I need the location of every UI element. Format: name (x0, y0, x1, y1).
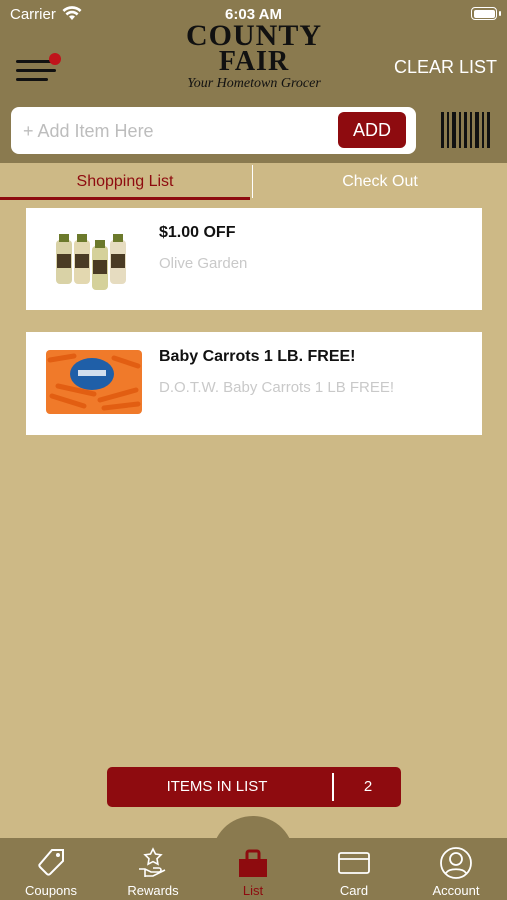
items-in-list-button[interactable]: ITEMS IN LIST 2 (107, 767, 401, 807)
hamburger-menu-icon (16, 60, 52, 63)
county-fair-logo: COUNTY FAIR Your Hometown Grocer (170, 21, 338, 98)
card-icon (338, 852, 370, 874)
menu-line (16, 78, 48, 81)
add-item-bar: ADD (11, 107, 416, 154)
tab-label: Coupons (24, 883, 78, 898)
items-count: 2 (363, 778, 373, 795)
menu-line (16, 69, 56, 72)
list-item[interactable]: Baby Carrots 1 LB. FREE! D.O.T.W. Baby C… (22, 332, 482, 435)
tab-coupons[interactable]: Coupons (6, 838, 96, 900)
tab-shopping-list[interactable]: Shopping List (0, 163, 250, 200)
battery-icon (471, 7, 501, 20)
clear-list-button[interactable]: CLEAR LIST (394, 57, 497, 78)
tab-account[interactable]: Account (411, 838, 501, 900)
tab-label: List (242, 883, 264, 898)
item-title: $1.00 OFF (159, 224, 236, 241)
basket-icon (239, 849, 267, 877)
user-circle-icon (440, 847, 472, 879)
hand-star-icon (139, 847, 166, 877)
app-header: Carrier 6:03 AM COUNTY FAIR Your Hometow… (0, 0, 507, 163)
tab-list[interactable]: List (208, 838, 298, 900)
logo-line-fair: FAIR (218, 46, 290, 77)
add-button[interactable]: ADD (338, 112, 406, 148)
item-description: Olive Garden (159, 255, 248, 272)
tab-label: Account (432, 883, 480, 898)
logo-tagline: Your Hometown Grocer (187, 76, 321, 91)
tab-label: Rewards (127, 883, 179, 898)
list-item[interactable]: $1.00 OFF Olive Garden (22, 208, 482, 310)
perforated-edge (22, 332, 30, 435)
notification-dot (49, 53, 61, 65)
list-tabs: Shopping List Check Out (0, 163, 507, 200)
barcode-scanner-icon[interactable] (440, 110, 492, 150)
items-in-list-label: ITEMS IN LIST (166, 778, 268, 795)
tab-rewards[interactable]: Rewards (108, 838, 198, 900)
tab-card[interactable]: Card (309, 838, 399, 900)
product-image-olive-garden (44, 222, 144, 294)
perforated-edge (22, 208, 30, 310)
menu-button[interactable] (16, 53, 61, 86)
tab-check-out[interactable]: Check Out (253, 163, 507, 200)
tag-icon (38, 849, 64, 876)
add-item-input[interactable] (23, 119, 333, 143)
bottom-tab-bar: Coupons Rewards List Card Account (0, 838, 507, 900)
item-description: D.O.T.W. Baby Carrots 1 LB FREE! (159, 379, 395, 396)
product-image-baby-carrots (44, 346, 144, 418)
item-title: Baby Carrots 1 LB. FREE! (159, 348, 356, 365)
tab-label: Card (339, 883, 369, 898)
items-bar-separator (332, 773, 334, 801)
